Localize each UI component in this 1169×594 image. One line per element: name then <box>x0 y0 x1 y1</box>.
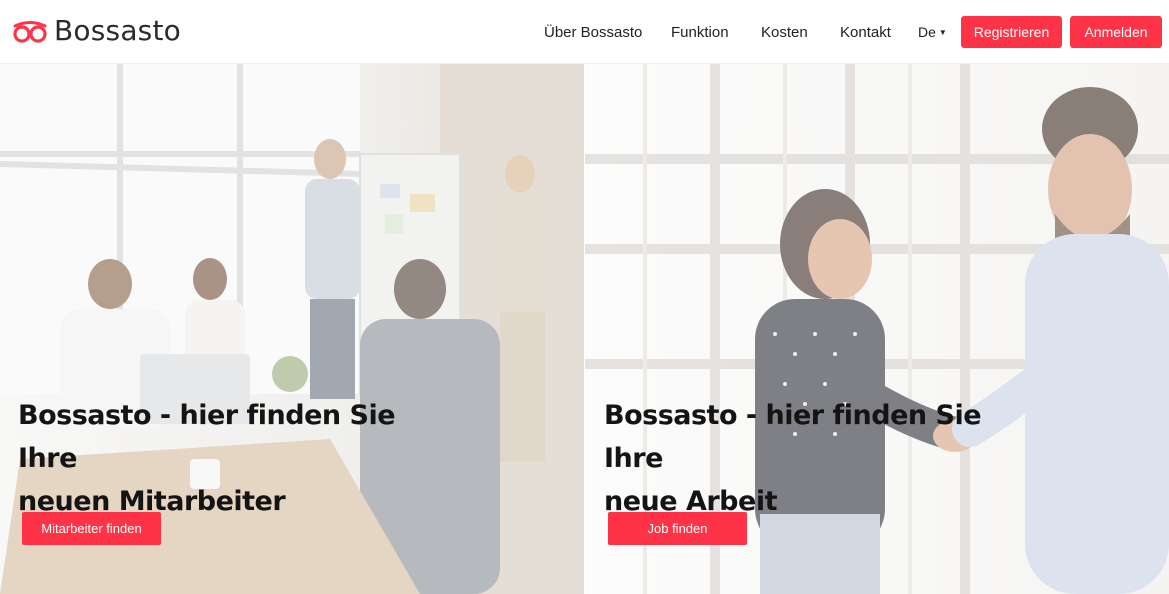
language-label: De <box>918 24 936 40</box>
hero-jobseeker-headline: Bossasto - hier finden Sie Ihre neue Arb… <box>604 394 1044 523</box>
find-job-button[interactable]: Job finden <box>608 512 747 545</box>
brand-logo[interactable]: Bossasto <box>12 14 181 47</box>
login-button[interactable]: Anmelden <box>1070 16 1162 48</box>
hero-employer-headline: Bossasto - hier finden Sie Ihre neuen Mi… <box>18 394 458 523</box>
bossasto-logo-icon <box>13 20 47 43</box>
nav-link-ueber-bossasto[interactable]: Über Bossasto <box>544 24 642 41</box>
nav-link-kontakt[interactable]: Kontakt <box>840 24 891 41</box>
hero-jobseeker-headline-line1: Bossasto - hier finden Sie Ihre <box>604 400 982 474</box>
hero-employer-headline-line1: Bossasto - hier finden Sie Ihre <box>18 400 396 474</box>
find-employees-button[interactable]: Mitarbeiter finden <box>22 512 161 545</box>
hero-employer-panel: Bossasto - hier finden Sie Ihre neuen Mi… <box>0 64 584 594</box>
hero-jobseeker-panel: Bossasto - hier finden Sie Ihre neue Arb… <box>585 64 1169 594</box>
nav-link-kosten[interactable]: Kosten <box>761 24 808 41</box>
nav-link-funktion[interactable]: Funktion <box>671 24 729 41</box>
site-header: Bossasto Über Bossasto Funktion Kosten K… <box>0 0 1169 64</box>
language-selector[interactable]: De ▼ <box>918 24 947 40</box>
register-button[interactable]: Registrieren <box>961 16 1062 48</box>
brand-name: Bossasto <box>54 14 181 47</box>
caret-down-icon: ▼ <box>938 27 947 37</box>
